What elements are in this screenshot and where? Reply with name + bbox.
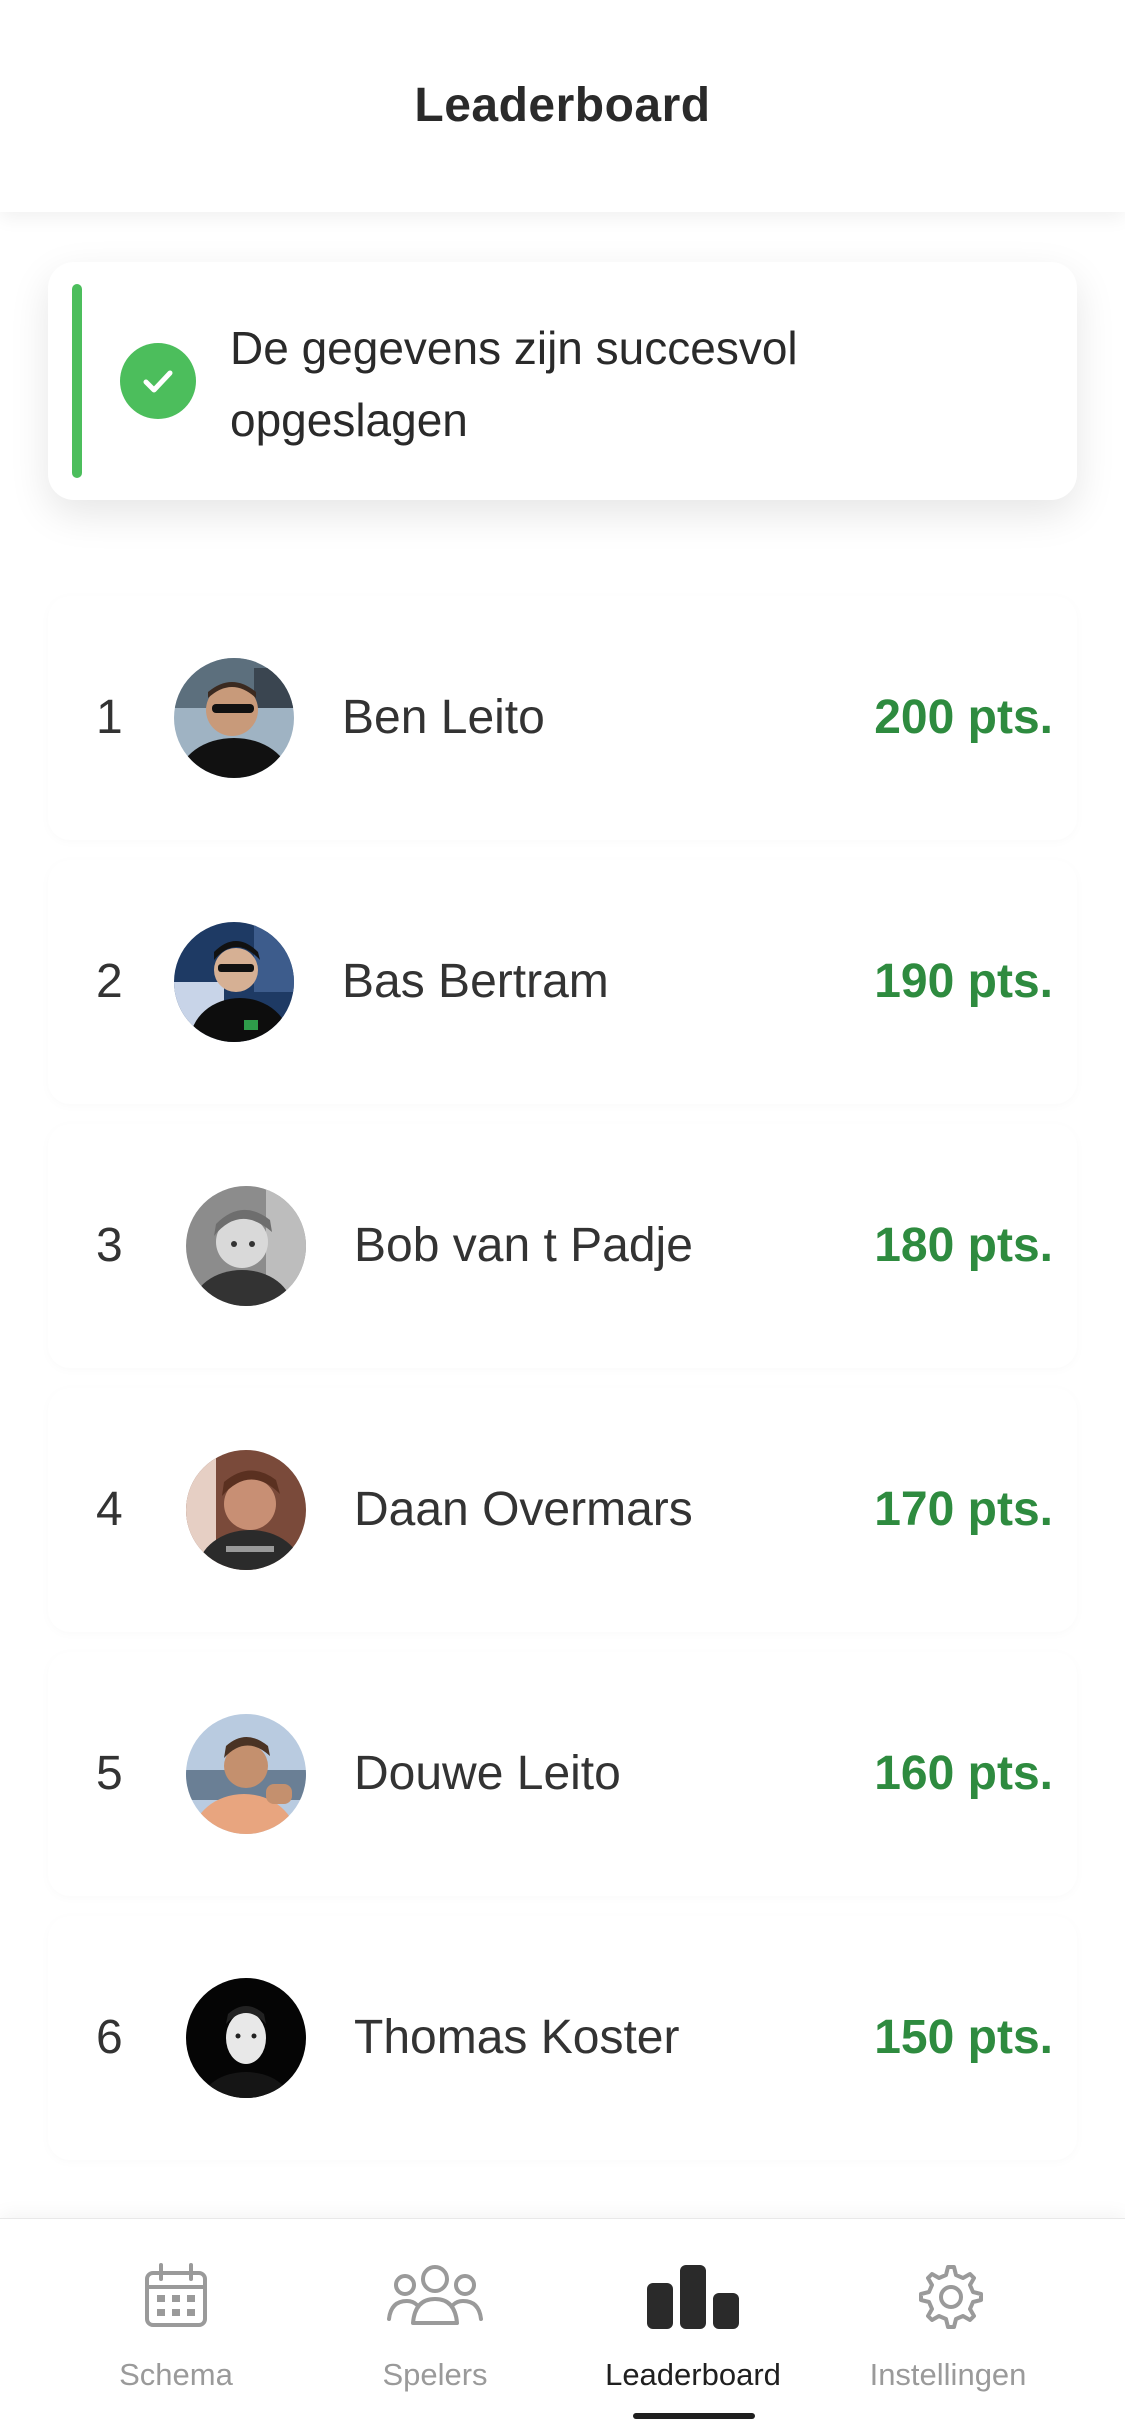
- player-name: Thomas Koster: [354, 2011, 680, 2064]
- player-points: 170 pts.: [874, 1483, 1053, 1536]
- player-points: 180 pts.: [874, 1219, 1053, 1272]
- check-circle-icon: [120, 343, 196, 419]
- rank-number: 6: [96, 2011, 123, 2064]
- rank-number: 3: [96, 1219, 123, 1272]
- leaderboard-row[interactable]: 4 Daan Overmars 170 pts.: [48, 1388, 1077, 1632]
- tab-schema[interactable]: Schema: [46, 2219, 306, 2436]
- tab-leaderboard[interactable]: Leaderboard: [563, 2219, 823, 2436]
- tab-label: Spelers: [382, 2357, 488, 2392]
- avatar: [186, 1450, 306, 1570]
- player-name: Douwe Leito: [354, 1747, 621, 1800]
- player-name: Bas Bertram: [342, 955, 609, 1008]
- player-name: Ben Leito: [342, 691, 545, 744]
- leaderboard-row[interactable]: 1 Ben Leito 200 pts.: [48, 596, 1077, 840]
- leaderboard-row[interactable]: 2 Bas Bertram 190 pts.: [48, 860, 1077, 1104]
- toast-accent-bar: [72, 284, 82, 478]
- player-name: Daan Overmars: [354, 1483, 693, 1536]
- avatar: [174, 922, 294, 1042]
- header: Leaderboard: [0, 0, 1125, 212]
- bottom-tab-bar: Schema Spelers Leaderboard Instellingen: [0, 2218, 1125, 2436]
- page-title: Leaderboard: [414, 79, 711, 132]
- toast-message: De gegevens zijn succesvol opgeslagen: [230, 322, 798, 446]
- player-points: 160 pts.: [874, 1747, 1053, 1800]
- home-indicator: [633, 2413, 755, 2419]
- player-points: 190 pts.: [874, 955, 1053, 1008]
- player-name: Bob van t Padje: [354, 1219, 693, 1272]
- rank-number: 1: [96, 691, 123, 744]
- tab-spelers[interactable]: Spelers: [305, 2219, 565, 2436]
- tab-label: Instellingen: [869, 2357, 1027, 2392]
- player-points: 150 pts.: [874, 2011, 1053, 2064]
- player-points: 200 pts.: [874, 691, 1053, 744]
- leaderboard-row[interactable]: 5 Douwe Leito 160 pts.: [48, 1652, 1077, 1896]
- calendar-icon: [145, 2263, 207, 2327]
- tab-instellingen[interactable]: Instellingen: [818, 2219, 1078, 2436]
- rank-number: 5: [96, 1747, 123, 1800]
- bar-chart-icon: [647, 2265, 739, 2329]
- tab-label: Leaderboard: [605, 2357, 781, 2392]
- tab-label: Schema: [119, 2357, 233, 2392]
- avatar: [186, 1186, 306, 1306]
- avatar: [186, 1714, 306, 1834]
- avatar: [186, 1978, 306, 2098]
- avatar: [174, 658, 294, 778]
- leaderboard-row[interactable]: 3 Bob van t Padje 180 pts.: [48, 1124, 1077, 1368]
- rank-number: 2: [96, 955, 123, 1008]
- leaderboard-row[interactable]: 6 Thomas Koster 150 pts.: [48, 1916, 1077, 2160]
- success-toast[interactable]: De gegevens zijn succesvol opgeslagen: [48, 262, 1077, 500]
- users-icon: [387, 2265, 483, 2325]
- gear-icon: [919, 2265, 983, 2329]
- rank-number: 4: [96, 1483, 123, 1536]
